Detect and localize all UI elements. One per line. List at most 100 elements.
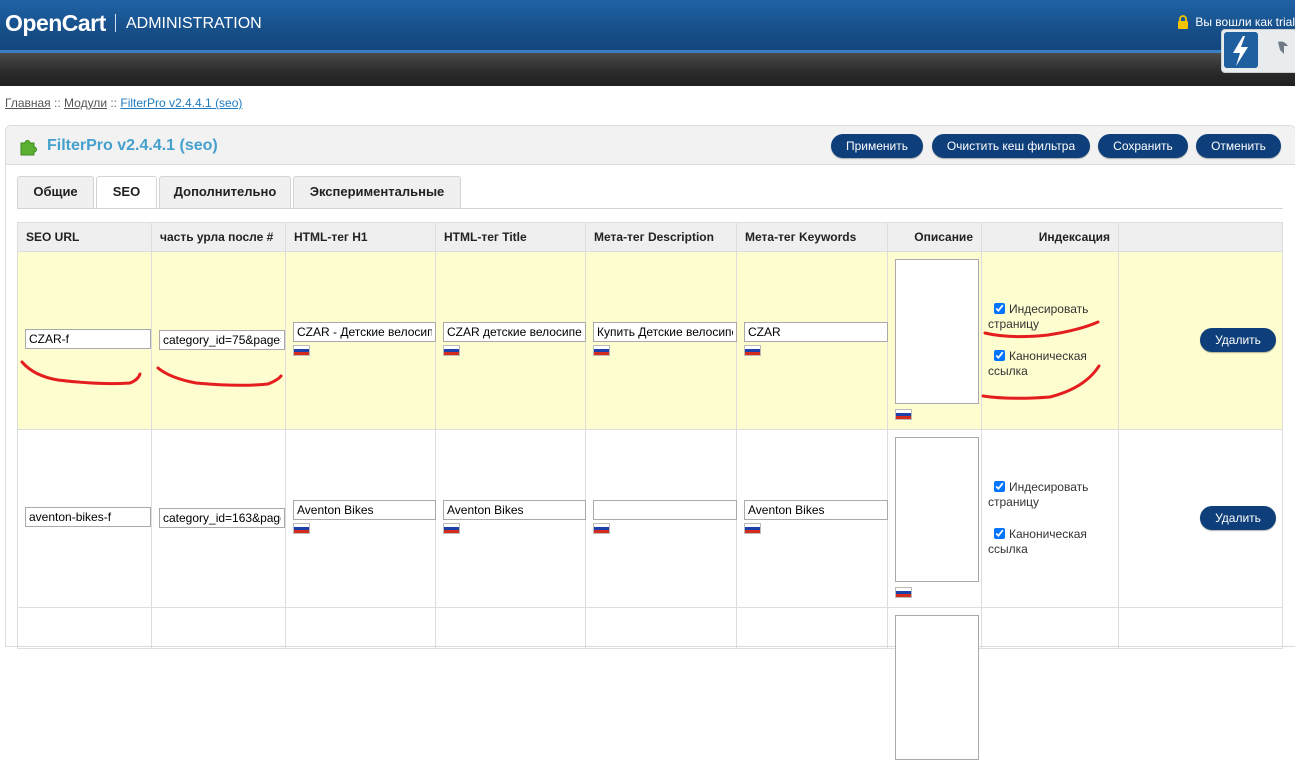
description-textarea[interactable] (895, 615, 979, 760)
cell-h1 (285, 607, 436, 649)
save-button[interactable]: Сохранить (1098, 134, 1188, 158)
col-h1: HTML-тег H1 (285, 222, 436, 252)
index-page-checkbox[interactable] (994, 303, 1005, 314)
url-part-input[interactable] (159, 508, 285, 528)
tab-divider (17, 208, 1283, 209)
cell-actions (1118, 607, 1283, 649)
cell-seo-url (17, 251, 152, 430)
cell-indexing: Индесировать страницу Каноническая ссылк… (981, 429, 1119, 608)
delete-button[interactable]: Удалить (1200, 506, 1276, 530)
h1-input[interactable] (293, 322, 436, 342)
delete-button[interactable]: Удалить (1200, 328, 1276, 352)
russian-flag-icon (293, 345, 310, 356)
cell-actions: Удалить (1118, 429, 1283, 608)
cell-title (435, 251, 586, 430)
cell-keywords (736, 429, 888, 608)
speed-widget[interactable] (1221, 29, 1295, 73)
table-header-row: SEO URL часть урла после # HTML-тег H1 H… (17, 222, 1283, 252)
breadcrumb-separator: :: (50, 96, 65, 110)
title-input[interactable] (443, 500, 586, 520)
lock-icon (1178, 15, 1189, 29)
cell-title (435, 429, 586, 608)
col-indexing: Индексация (981, 222, 1119, 252)
page-title: FilterPro v2.4.4.1 (seo) (47, 137, 218, 154)
canonical-checkbox[interactable] (994, 350, 1005, 361)
russian-flag-icon (744, 345, 761, 356)
seo-url-input[interactable] (25, 507, 151, 527)
cell-actions: Удалить (1118, 251, 1283, 430)
russian-flag-icon (744, 523, 761, 534)
russian-flag-icon (443, 523, 460, 534)
seo-table: SEO URL часть урла после # HTML-тег H1 H… (17, 222, 1283, 760)
table-row (17, 607, 1283, 760)
tab-seo[interactable]: SEO (96, 176, 157, 209)
col-url-part: часть урла после # (151, 222, 286, 252)
canonical-checkbox[interactable] (994, 528, 1005, 539)
administration-label: ADMINISTRATION (126, 15, 262, 32)
canonical-option[interactable]: Каноническая ссылка (988, 527, 1108, 557)
russian-flag-icon (895, 587, 912, 598)
breadcrumb-home[interactable]: Главная (5, 96, 51, 110)
login-text: Вы вошли как trial (1195, 15, 1295, 29)
cell-url-part (151, 429, 286, 608)
col-description: Мета-тег Description (585, 222, 737, 252)
module-box: FilterPro v2.4.4.1 (seo) Применить Очист… (5, 125, 1295, 760)
cell-url-part (151, 251, 286, 430)
cell-text-description (887, 607, 982, 760)
description-input[interactable] (593, 322, 737, 342)
tab-general[interactable]: Общие (17, 176, 94, 208)
keywords-input[interactable] (744, 500, 888, 520)
cell-description (585, 607, 737, 649)
cell-title (435, 607, 586, 649)
cell-url-part (151, 607, 286, 649)
clear-cache-button[interactable]: Очистить кеш фильтра (932, 134, 1090, 158)
cell-indexing: Индесировать страницу Каноническая ссылк… (981, 251, 1119, 430)
cell-text-description (887, 251, 982, 430)
col-actions (1118, 222, 1283, 252)
table-row: Индесировать страницу Каноническая ссылк… (17, 251, 1283, 430)
cancel-button[interactable]: Отменить (1196, 134, 1281, 158)
logo-divider (115, 14, 116, 32)
russian-flag-icon (895, 409, 912, 420)
col-title: HTML-тег Title (435, 222, 586, 252)
cell-description (585, 251, 737, 430)
keywords-input[interactable] (744, 322, 888, 342)
apply-button[interactable]: Применить (831, 134, 923, 158)
cell-keywords (736, 251, 888, 430)
url-part-input[interactable] (159, 330, 285, 350)
box-heading: FilterPro v2.4.4.1 (seo) Применить Очист… (6, 126, 1295, 165)
description-textarea[interactable] (895, 259, 979, 404)
canonical-option[interactable]: Каноническая ссылка (988, 349, 1108, 379)
opencart-logo[interactable]: OpenCart (5, 10, 106, 37)
index-page-checkbox[interactable] (994, 481, 1005, 492)
russian-flag-icon (593, 523, 610, 534)
breadcrumb-separator: :: (107, 96, 121, 110)
cell-keywords (736, 607, 888, 649)
cell-indexing (981, 607, 1119, 649)
seo-url-input[interactable] (25, 329, 151, 349)
cell-description (585, 429, 737, 608)
breadcrumb-modules[interactable]: Модули (64, 96, 107, 110)
title-input[interactable] (443, 322, 586, 342)
puzzle-icon (20, 140, 37, 156)
main-menu-bar[interactable] (0, 53, 1295, 86)
russian-flag-icon (293, 523, 310, 534)
russian-flag-icon (443, 345, 460, 356)
top-header: OpenCart ADMINISTRATION Вы вошли как tri… (0, 0, 1295, 50)
index-page-option[interactable]: Индесировать страницу (988, 302, 1108, 332)
h1-input[interactable] (293, 500, 436, 520)
cell-seo-url (17, 429, 152, 608)
description-input[interactable] (593, 500, 737, 520)
breadcrumb: Главная :: Модули :: FilterPro v2.4.4.1 … (5, 96, 242, 110)
tab-experimental[interactable]: Экспериментальные (293, 176, 461, 208)
cell-text-description (887, 429, 982, 608)
col-keywords: Мета-тег Keywords (736, 222, 888, 252)
tab-additional[interactable]: Дополнительно (159, 176, 291, 208)
col-desc-text: Описание (887, 222, 982, 252)
breadcrumb-current[interactable]: FilterPro v2.4.4.1 (seo) (120, 96, 242, 110)
col-seo-url: SEO URL (17, 222, 152, 252)
cell-h1 (285, 251, 436, 430)
cell-h1 (285, 429, 436, 608)
index-page-option[interactable]: Индесировать страницу (988, 480, 1108, 510)
description-textarea[interactable] (895, 437, 979, 582)
